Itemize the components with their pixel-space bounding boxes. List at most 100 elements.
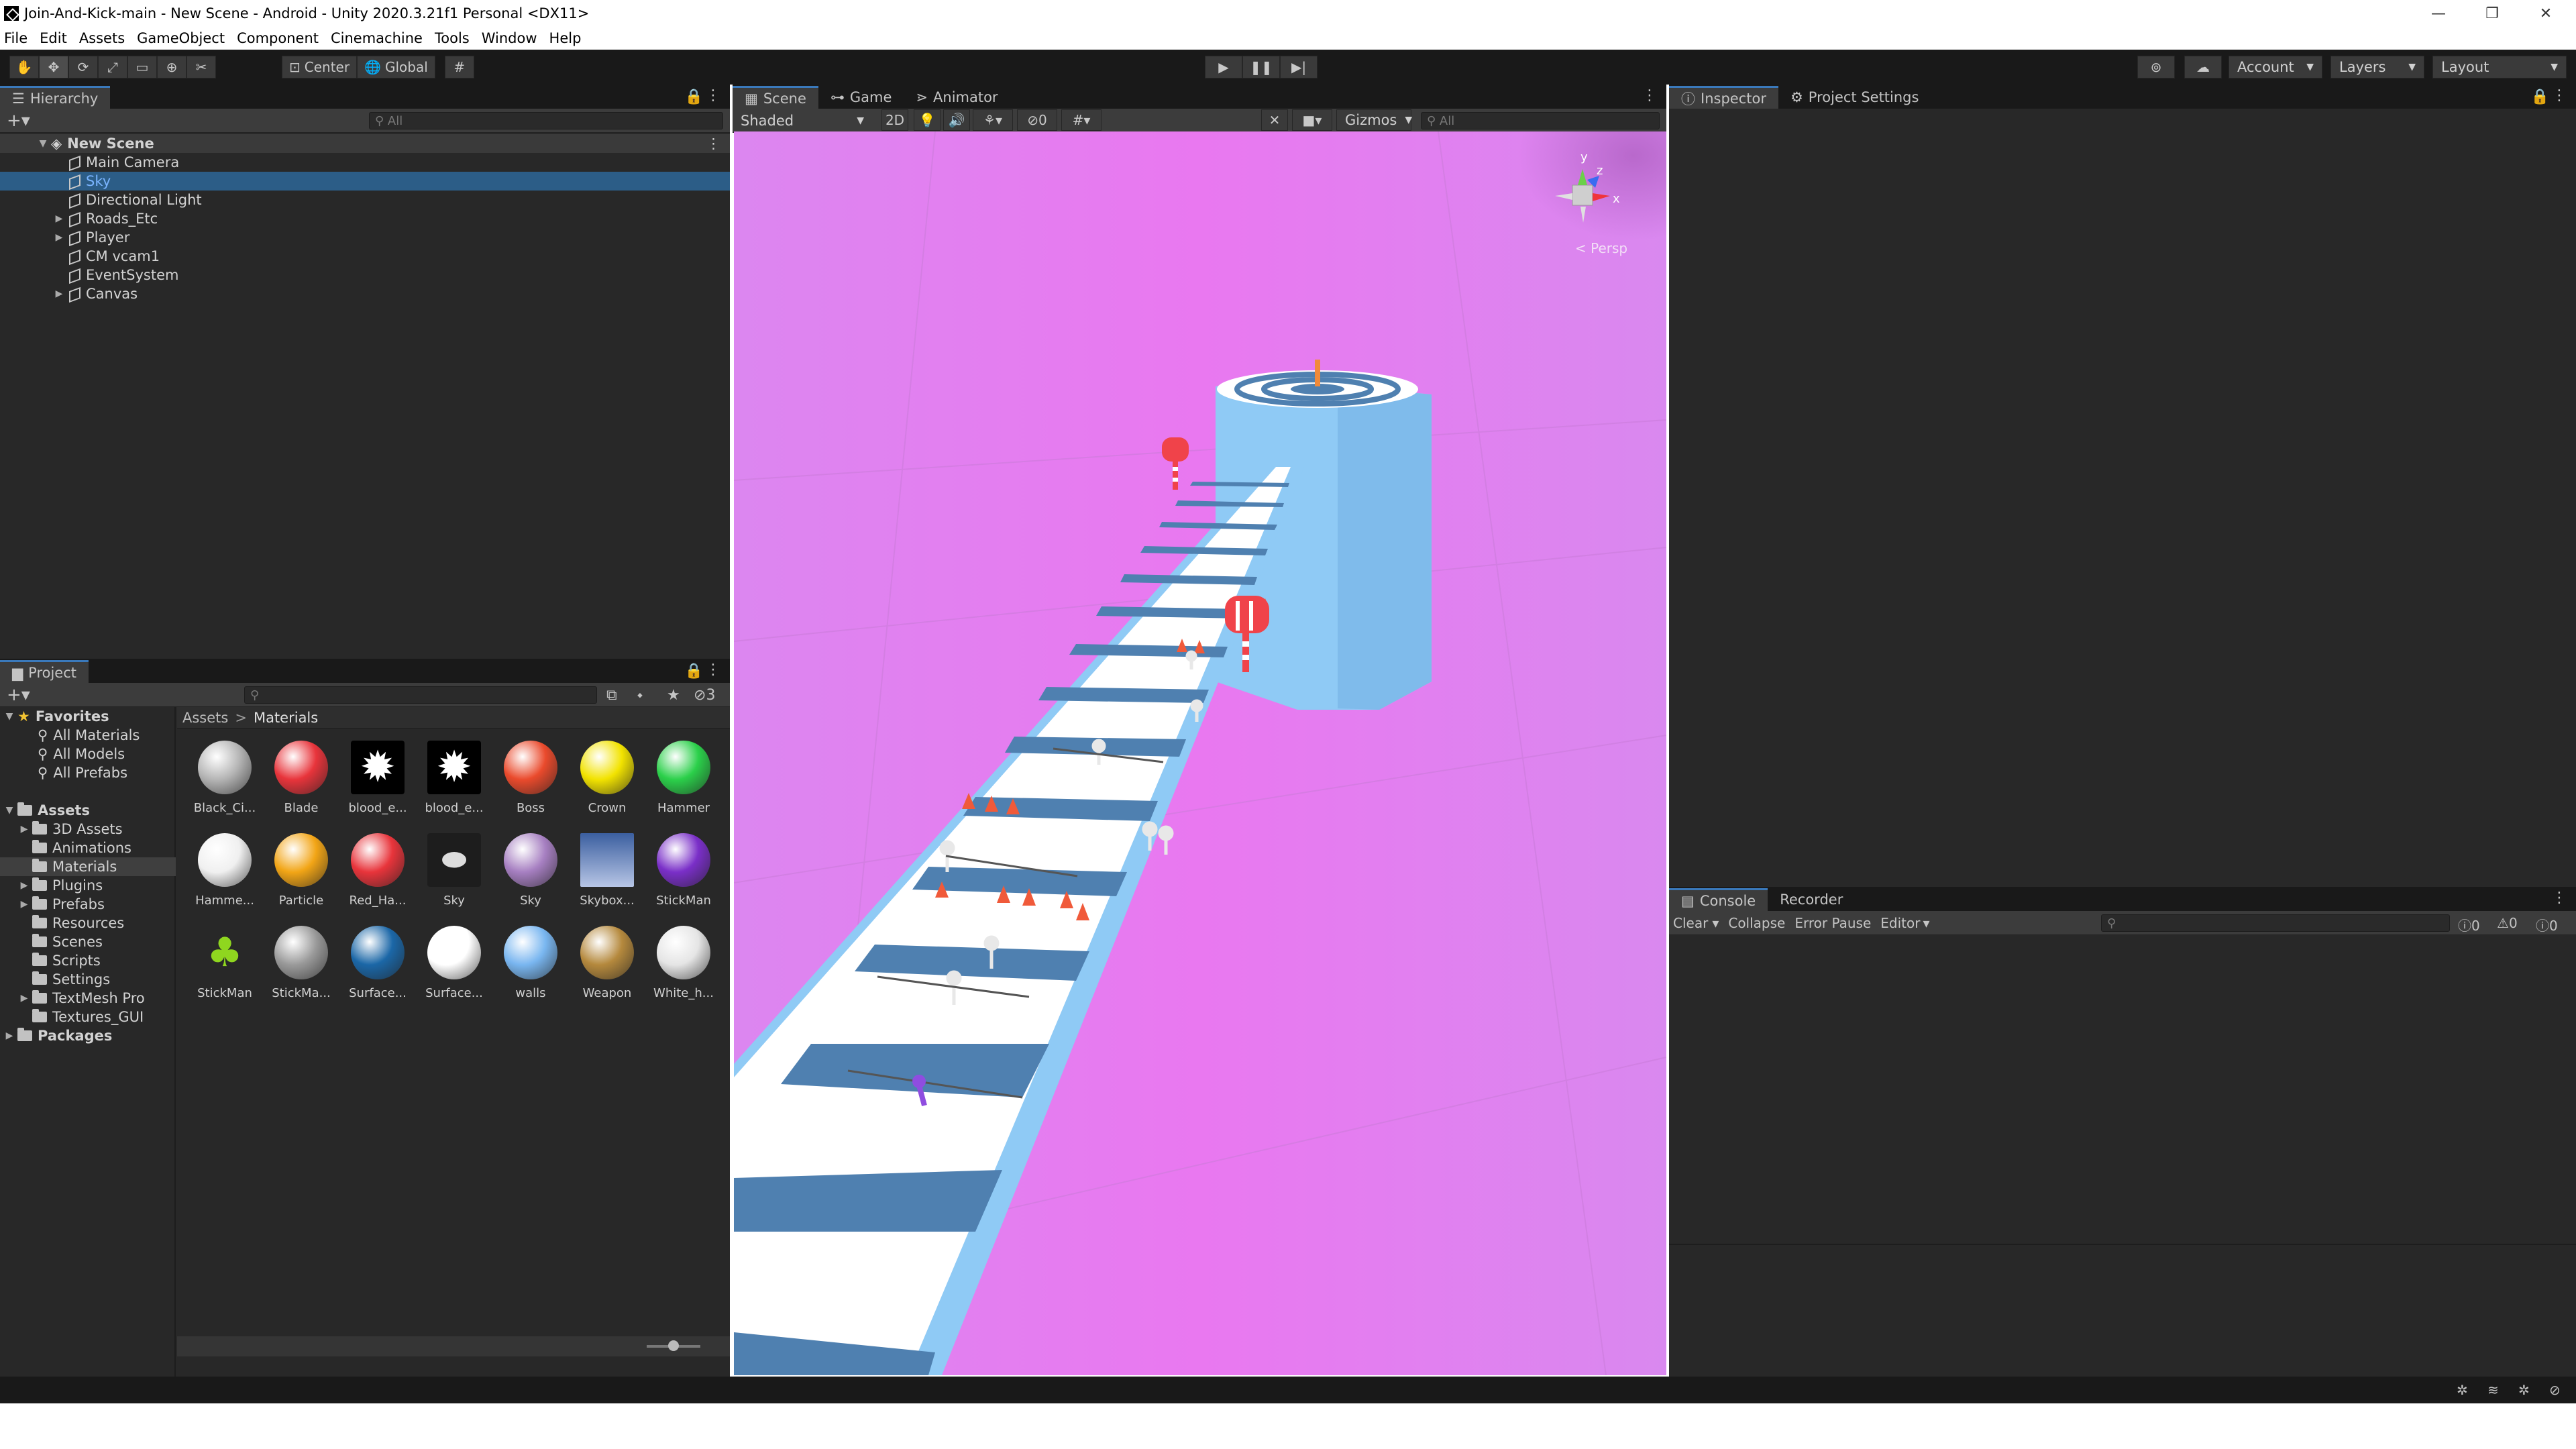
error-pause-button[interactable]: Error Pause — [1794, 915, 1871, 931]
scene-viewport[interactable]: y z x < Persp — [734, 131, 1666, 1375]
material-asset[interactable]: ♣ StickMan — [188, 922, 262, 1009]
project-search-input[interactable]: ⚲ — [244, 686, 597, 704]
console-search-input[interactable]: ⚲ — [2101, 914, 2450, 932]
material-asset[interactable]: ✹ blood_e... — [341, 737, 415, 824]
material-asset[interactable]: Hammer — [647, 737, 720, 824]
folder-item[interactable]: Settings — [0, 970, 176, 989]
gizmos-dropdown[interactable]: Gizmos ▼ — [1336, 109, 1412, 131]
favorite-item[interactable]: ⚲ All Prefabs — [0, 763, 127, 782]
projection-label[interactable]: < Persp — [1575, 240, 1627, 256]
label-icon[interactable]: ⬩ — [637, 687, 643, 704]
expand-arrow-icon[interactable]: ▼ — [4, 805, 15, 816]
folder-item[interactable]: Materials — [0, 857, 176, 876]
scene-menu-icon[interactable]: ⋮ — [706, 136, 720, 152]
material-asset[interactable]: White_h... — [647, 922, 720, 1009]
material-asset[interactable]: Red_Ha... — [341, 829, 415, 916]
expand-arrow-icon[interactable]: ▼ — [38, 138, 48, 149]
error-count-button[interactable]: ⓘ0 — [2536, 915, 2558, 934]
grid-snap-icon[interactable]: # — [444, 56, 474, 78]
menu-assets[interactable]: Assets — [79, 30, 125, 46]
scene-row[interactable]: ▼ ◈ New Scene ⋮ — [0, 134, 730, 153]
account-dropdown[interactable]: Account ▼ — [2229, 56, 2322, 78]
menu-tools[interactable]: Tools — [435, 30, 470, 46]
menu-window[interactable]: Window — [482, 30, 537, 46]
more-icon[interactable]: ⋮ — [706, 661, 720, 678]
bug-icon[interactable]: ✲ — [2457, 1382, 2468, 1398]
breadcrumb-materials[interactable]: Materials — [254, 710, 318, 726]
hierarchy-item[interactable]: CM vcam1 — [0, 247, 730, 266]
favorites-row[interactable]: ▼ ★ Favorites — [0, 707, 109, 726]
hidden-objects-button[interactable]: ⊘ 0 — [1017, 109, 1057, 131]
hierarchy-item[interactable]: Directional Light — [0, 191, 730, 209]
collab-icon[interactable]: ⊚ — [2137, 56, 2175, 78]
log-count-button[interactable]: ⓘ0 — [2458, 915, 2480, 934]
lighting-icon[interactable]: 💡 — [914, 109, 941, 131]
material-asset[interactable]: ✹ blood_e... — [417, 737, 491, 824]
folder-item[interactable]: Scenes — [0, 932, 176, 951]
favorite-item[interactable]: ⚲ All Models — [0, 745, 125, 763]
expand-arrow-icon[interactable]: ▶ — [54, 232, 64, 243]
menu-cinemachine[interactable]: Cinemachine — [331, 30, 423, 46]
expand-arrow-icon[interactable]: ▶ — [19, 899, 30, 910]
grid-toggle-icon[interactable]: #▾ — [1061, 109, 1102, 131]
cloud-icon[interactable]: ☁ — [2184, 56, 2222, 78]
material-asset[interactable]: Boss — [494, 737, 568, 824]
hierarchy-item[interactable]: EventSystem — [0, 266, 730, 284]
rotate-tool-icon[interactable]: ⟳ — [68, 56, 98, 78]
material-asset[interactable]: Skybox... — [570, 829, 644, 916]
pivot-center-button[interactable]: ⊡ Center — [282, 56, 358, 78]
material-asset[interactable]: Weapon — [570, 922, 644, 1009]
tab-hierarchy[interactable]: ☰ Hierarchy — [0, 86, 111, 109]
play-button[interactable]: ▶ — [1205, 56, 1242, 78]
progress-check-icon[interactable]: ⊘ — [2549, 1382, 2561, 1398]
hierarchy-item[interactable]: Main Camera — [0, 153, 730, 172]
tab-game[interactable]: ⊶ Game — [818, 86, 904, 109]
material-asset[interactable]: Crown — [570, 737, 644, 824]
menu-help[interactable]: Help — [549, 30, 582, 46]
layout-dropdown[interactable]: Layout ▼ — [2432, 56, 2567, 78]
menu-edit[interactable]: Edit — [40, 30, 67, 46]
tab-project[interactable]: ▆ Project — [0, 660, 89, 683]
hierarchy-item[interactable]: ▶ Roads_Etc — [0, 209, 730, 228]
expand-arrow-icon[interactable]: ▶ — [19, 993, 30, 1004]
camera-icon[interactable]: ■▾ — [1292, 109, 1332, 131]
pause-button[interactable]: ❚❚ — [1242, 56, 1280, 78]
console-divider[interactable] — [1669, 1244, 2576, 1245]
hierarchy-item[interactable]: ▶ Canvas — [0, 284, 730, 303]
step-button[interactable]: ▶| — [1280, 56, 1318, 78]
folder-item[interactable]: ▶ Prefabs — [0, 895, 176, 914]
packages-row[interactable]: ▶ Packages — [0, 1026, 112, 1045]
folder-item[interactable]: Resources — [0, 914, 176, 932]
expand-arrow-icon[interactable]: ▶ — [4, 1030, 15, 1041]
expand-arrow-icon[interactable]: ▶ — [54, 213, 64, 224]
tools-icon[interactable]: ✕ — [1261, 109, 1288, 131]
breadcrumb-assets[interactable]: Assets — [182, 710, 228, 726]
lock-icon[interactable]: 🔒 — [2531, 89, 2549, 105]
add-icon[interactable]: +▾ — [7, 111, 30, 131]
clear-button[interactable]: Clear — [1673, 915, 1708, 931]
favorite-item[interactable]: ⚲ All Materials — [0, 726, 140, 745]
more-icon[interactable]: ⋮ — [1642, 87, 1657, 104]
menu-file[interactable]: File — [4, 30, 28, 46]
rect-tool-icon[interactable]: ▭ — [127, 56, 157, 78]
material-asset[interactable]: Surface... — [417, 922, 491, 1009]
filter-type-icon[interactable]: ⧉ — [606, 687, 617, 704]
hidden-packages-icon[interactable]: ⊘3 — [694, 687, 715, 704]
custom-tool-icon[interactable]: ✂ — [186, 56, 216, 78]
lock-icon[interactable]: 🔒 — [685, 89, 703, 105]
hand-tool-icon[interactable]: ✋ — [9, 56, 39, 78]
menu-component[interactable]: Component — [237, 30, 319, 46]
close-button[interactable]: ✕ — [2522, 0, 2569, 27]
scene-search-input[interactable]: ⚲ All — [1421, 112, 1660, 129]
material-asset[interactable]: Particle — [264, 829, 338, 916]
star-icon[interactable]: ★ — [667, 687, 680, 704]
hierarchy-search-input[interactable]: ⚲ All — [369, 112, 723, 129]
warning-count-button[interactable]: ⚠0 — [2497, 915, 2518, 931]
tab-animator[interactable]: ⋗ Animator — [904, 86, 1010, 109]
hierarchy-item[interactable]: ▶ Player — [0, 228, 730, 247]
move-tool-icon[interactable]: ✥ — [39, 56, 68, 78]
draw-mode-dropdown[interactable]: Shaded ▼ — [733, 110, 872, 131]
debug-icon[interactable]: ✲ — [2518, 1382, 2530, 1398]
material-asset[interactable]: ⬬ Sky — [417, 829, 491, 916]
folder-item[interactable]: Animations — [0, 839, 176, 857]
